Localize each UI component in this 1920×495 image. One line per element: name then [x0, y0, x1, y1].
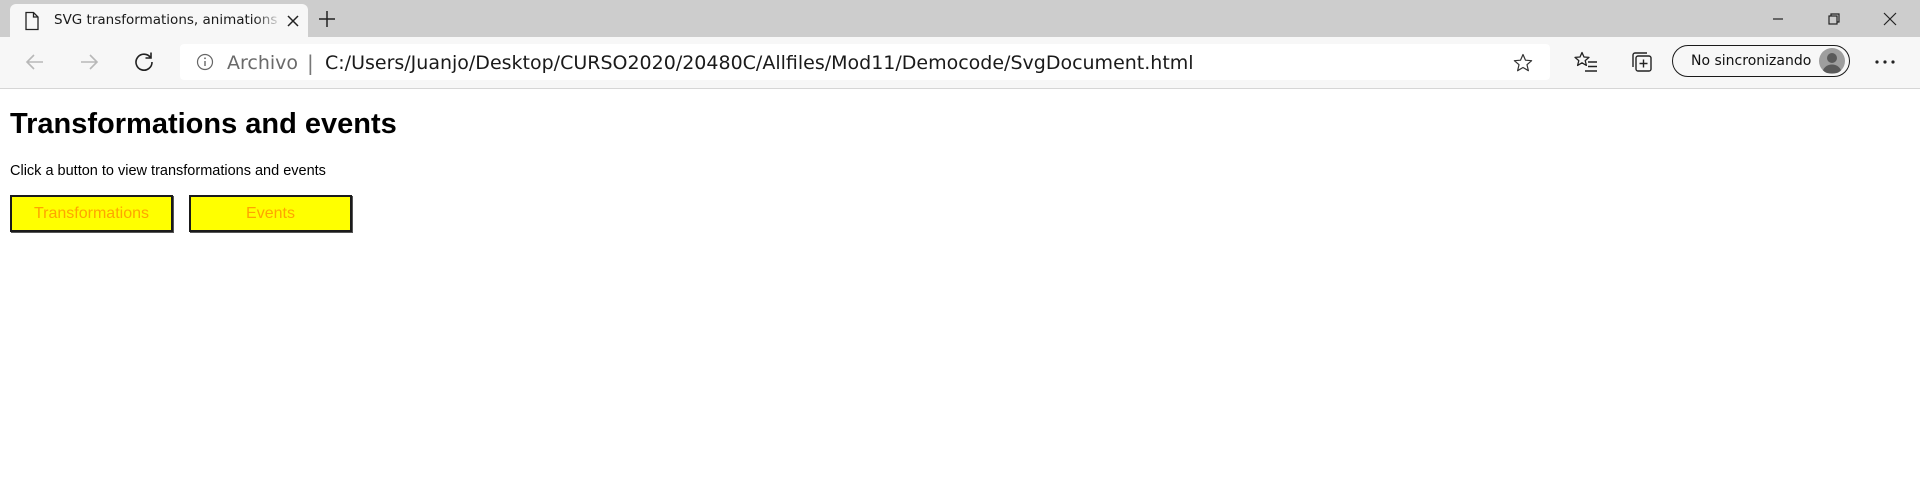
more-options-icon[interactable] — [1872, 49, 1898, 75]
close-tab-icon[interactable] — [286, 14, 300, 28]
transformations-button[interactable]: Transformations — [10, 195, 173, 232]
favorite-star-icon[interactable] — [1512, 52, 1534, 74]
restore-icon[interactable] — [1806, 0, 1862, 37]
page-title: Transformations and events — [10, 108, 397, 140]
new-tab-icon[interactable] — [316, 8, 338, 30]
tab-title: SVG transformations, animations and even… — [54, 12, 282, 28]
info-icon[interactable] — [196, 53, 214, 71]
close-window-icon[interactable] — [1862, 0, 1918, 37]
address-separator: | — [307, 51, 314, 75]
browser-tab[interactable]: SVG transformations, animations and even… — [10, 4, 308, 37]
refresh-icon[interactable] — [129, 47, 159, 77]
page-description: Click a button to view transformations a… — [10, 163, 326, 179]
page-icon — [22, 11, 42, 31]
profile-button[interactable]: No sincronizando — [1672, 45, 1850, 77]
back-icon[interactable] — [20, 47, 50, 77]
page-content: Transformations and events Click a butto… — [0, 89, 1920, 495]
events-button[interactable]: Events — [189, 195, 352, 232]
browser-toolbar: Archivo | C:/Users/Juanjo/Desktop/CURSO2… — [0, 37, 1920, 89]
address-bar[interactable]: Archivo | C:/Users/Juanjo/Desktop/CURSO2… — [180, 44, 1550, 80]
collections-icon[interactable] — [1629, 49, 1655, 75]
forward-icon[interactable] — [74, 47, 104, 77]
security-label: Archivo — [227, 52, 299, 74]
favorites-icon[interactable] — [1573, 49, 1599, 75]
minimize-icon[interactable] — [1750, 0, 1806, 37]
address-url[interactable]: C:/Users/Juanjo/Desktop/CURSO2020/20480C… — [325, 52, 1194, 74]
profile-label: No sincronizando — [1691, 53, 1812, 69]
avatar-icon — [1819, 48, 1845, 74]
tab-strip: SVG transformations, animations and even… — [0, 0, 1920, 37]
